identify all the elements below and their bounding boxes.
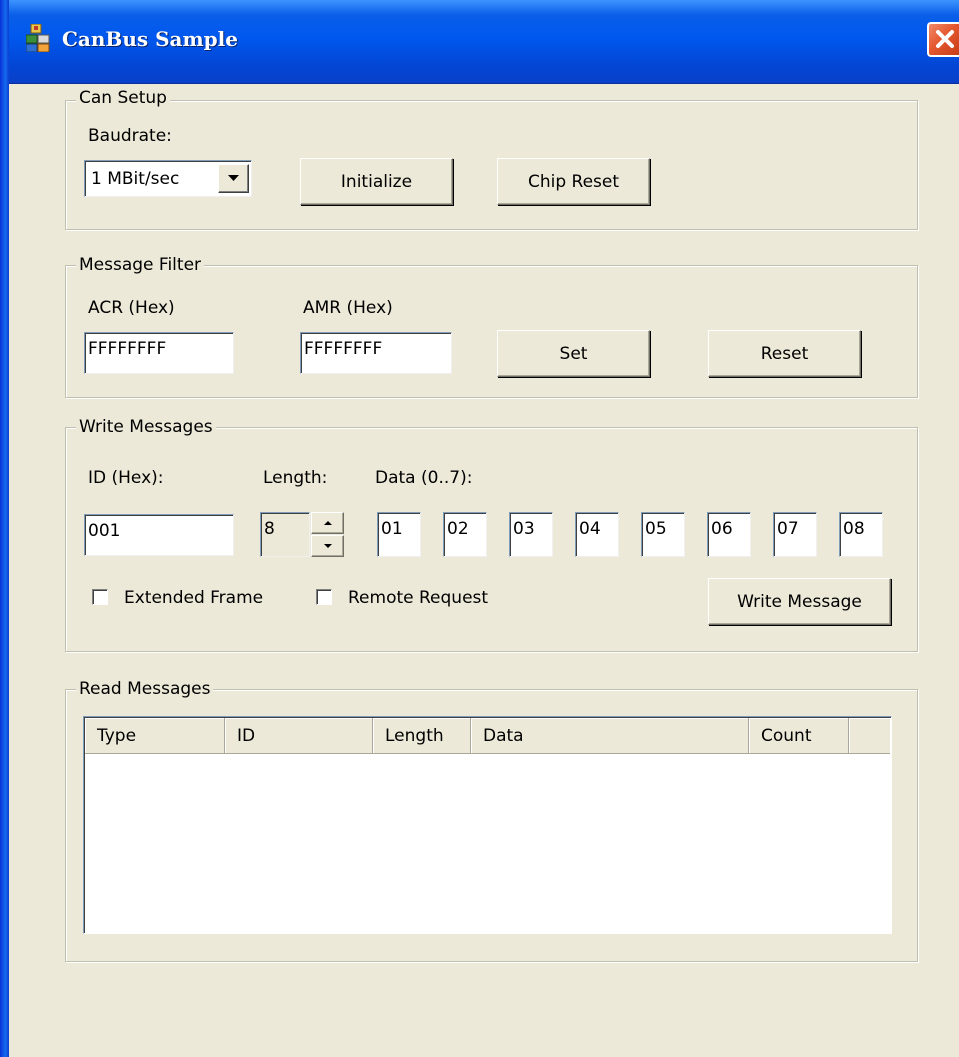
write-message-button-label: Write Message [737,591,862,612]
id-input[interactable]: 001 [84,514,234,556]
column-header-id[interactable]: ID [225,718,373,754]
set-button[interactable]: Set [497,330,650,377]
data-byte-input[interactable]: 04 [575,512,619,557]
window-title: CanBus Sample [62,27,238,51]
remote-request-label[interactable]: Remote Request [348,588,488,608]
close-icon [936,30,954,48]
acr-input[interactable]: FFFFFFFF [84,332,234,374]
write-message-button[interactable]: Write Message [708,578,891,625]
messages-list-header: Type ID Length Data Count [85,718,890,754]
data-label: Data (0..7): [375,468,473,488]
extended-frame-checkbox[interactable] [92,589,108,605]
message-filter-legend: Message Filter [76,255,205,275]
data-byte-input[interactable]: 08 [839,512,883,557]
can-setup-legend: Can Setup [76,88,170,108]
remote-request-checkbox[interactable] [316,589,332,605]
extended-frame-label[interactable]: Extended Frame [124,588,263,608]
column-header-length[interactable]: Length [373,718,471,754]
column-header-data[interactable]: Data [471,718,749,754]
initialize-button-label: Initialize [340,171,413,192]
read-messages-legend: Read Messages [76,679,214,699]
window-left-border [0,0,9,1057]
data-byte-input[interactable]: 03 [509,512,553,557]
spin-down-icon [323,544,332,548]
initialize-button[interactable]: Initialize [300,158,453,205]
chip-reset-button[interactable]: Chip Reset [497,158,650,205]
data-byte-input[interactable]: 07 [773,512,817,557]
reset-button-label: Reset [760,343,809,364]
set-button-label: Set [559,343,588,364]
data-byte-input[interactable]: 01 [377,512,421,557]
length-up-button[interactable] [311,512,344,534]
id-label: ID (Hex): [88,468,164,488]
write-messages-legend: Write Messages [76,417,216,437]
length-spinner[interactable] [311,512,345,557]
chip-reset-button-label: Chip Reset [527,171,620,192]
messages-list[interactable]: Type ID Length Data Count [83,716,892,934]
data-byte-input[interactable]: 06 [707,512,751,557]
amr-input[interactable]: FFFFFFFF [300,332,452,374]
column-header-type[interactable]: Type [85,718,225,754]
acr-label: ACR (Hex) [88,298,175,318]
length-down-button[interactable] [311,535,344,557]
baudrate-value: 1 MBit/sec [91,169,180,189]
reset-button[interactable]: Reset [708,330,861,377]
length-input[interactable]: 8 [260,512,310,557]
baudrate-dropdown-button[interactable] [218,164,249,193]
amr-label: AMR (Hex) [303,298,393,318]
spin-up-icon [323,521,332,525]
baudrate-label: Baudrate: [88,126,172,146]
app-icon [25,23,50,53]
chevron-down-icon [228,175,239,181]
length-label: Length: [263,468,328,488]
data-byte-input[interactable]: 05 [641,512,685,557]
column-header-count[interactable]: Count [749,718,849,754]
column-header-filler [849,718,890,754]
close-button[interactable] [927,22,959,57]
data-byte-input[interactable]: 02 [443,512,487,557]
baudrate-select[interactable]: 1 MBit/sec [84,160,252,197]
